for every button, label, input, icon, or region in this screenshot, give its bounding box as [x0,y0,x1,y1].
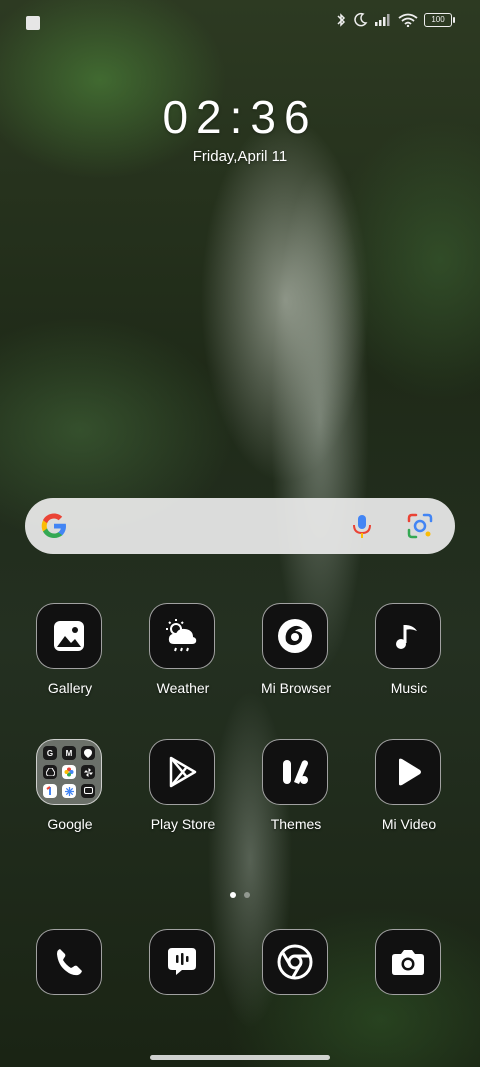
folder-gmail-icon: M [62,746,76,760]
app-label: Mi Browser [260,680,331,696]
moon-icon [354,12,368,27]
app-mi-video[interactable]: Mi Video [354,739,464,849]
google-lens-icon[interactable] [405,511,435,541]
page-dot-active [230,892,236,898]
dock-phone[interactable] [15,929,125,1039]
weather-icon [166,619,197,652]
app-gallery[interactable]: Gallery [15,603,125,713]
camera-icon [392,950,424,975]
app-label: Google [47,816,93,832]
mic-icon[interactable] [347,511,377,541]
app-music[interactable]: Music [354,603,464,713]
app-label: Gallery [47,680,93,696]
app-themes[interactable]: Themes [241,739,351,849]
folder-photos-icon [62,765,76,779]
page-indicator [0,892,480,898]
app-weather[interactable]: Weather [128,603,238,713]
clock-date[interactable]: Friday,April 11 [0,148,480,165]
home-screen: 100 02:36 Friday,April 11 Gallery Weathe… [0,0,480,1067]
folder-star-icon [62,784,76,798]
mi-browser-icon [278,619,312,653]
app-label: Play Store [150,816,216,832]
app-google-folder[interactable]: G M Google [15,739,125,849]
status-bar: 100 [0,0,480,44]
app-label: Music [390,680,428,696]
battery-indicator: 100 [424,13,455,27]
folder-one-icon [43,784,57,798]
wifi-icon [398,13,418,27]
folder-pinwheel-icon [81,765,95,779]
chrome-icon [277,944,313,980]
folder-drive-icon [43,765,57,779]
folder-google-icon: G [43,746,57,760]
themes-icon [283,760,308,784]
app-label: Weather [156,680,210,696]
gallery-icon [54,621,84,651]
dock-messages[interactable] [128,929,238,1039]
dock-camera[interactable] [354,929,464,1039]
folder-message-icon [81,784,95,798]
bluetooth-icon [337,13,346,27]
app-play-store[interactable]: Play Store [128,739,238,849]
app-mi-browser[interactable]: Mi Browser [241,603,351,713]
mi-video-icon [399,758,421,786]
google-folder-icon: G M [36,739,102,805]
page-dot [244,892,250,898]
play-store-icon [169,756,197,788]
messages-icon [168,948,196,975]
status-icons: 100 [336,12,455,28]
folder-maps-icon [81,746,95,760]
notification-icon [26,16,40,30]
music-icon [396,625,417,649]
clock-time[interactable]: 02:36 [0,90,480,144]
google-search-bar[interactable] [25,498,455,554]
home-gesture-bar[interactable] [150,1055,330,1060]
app-label: Themes [270,816,322,832]
google-g-icon [41,513,66,538]
signal-icon [375,14,390,26]
dock-chrome[interactable] [241,929,351,1039]
app-label: Mi Video [381,816,437,832]
phone-icon [57,949,82,976]
